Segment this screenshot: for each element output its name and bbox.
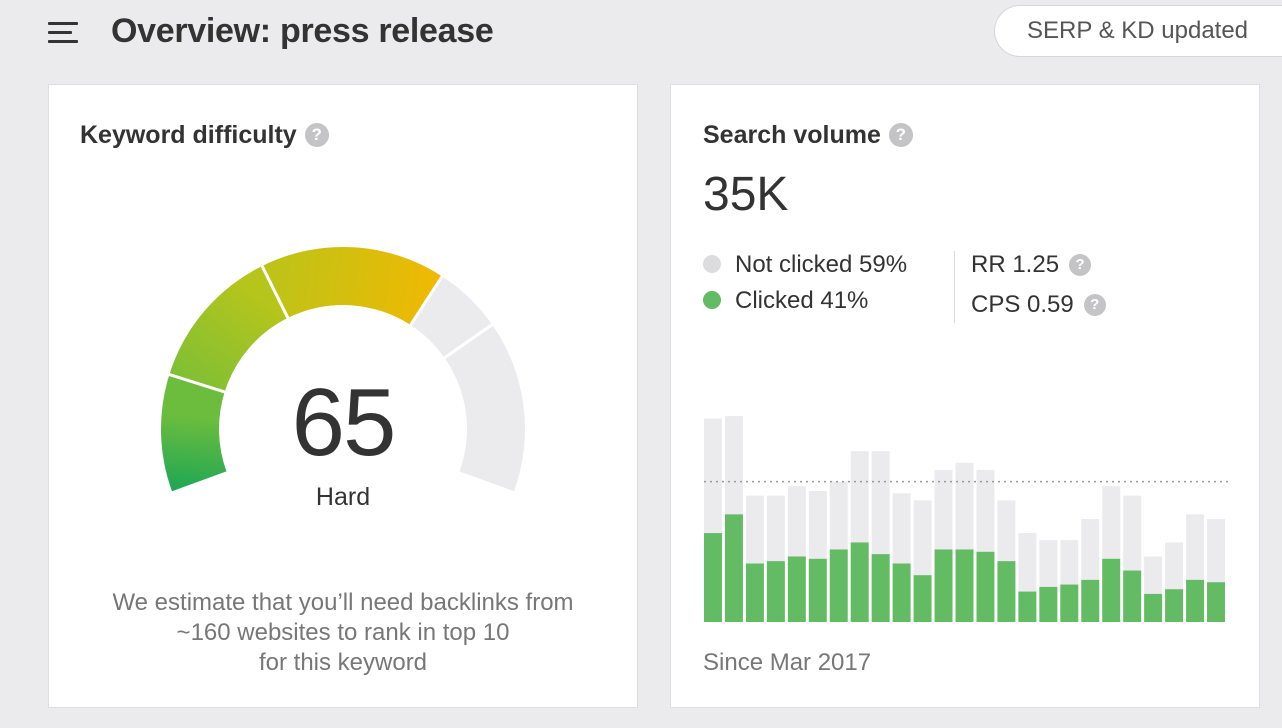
page-title: Overview: press release bbox=[111, 12, 494, 50]
bar-clicked[interactable] bbox=[934, 549, 953, 622]
bar-clicked[interactable] bbox=[913, 575, 932, 622]
bar-clicked[interactable] bbox=[892, 563, 911, 623]
gauge-segment-hard bbox=[262, 247, 443, 326]
bar-clicked[interactable] bbox=[955, 549, 974, 622]
bar-clicked[interactable] bbox=[1060, 584, 1079, 622]
search-volume-chart bbox=[704, 416, 1228, 623]
backlinks-estimate-line: ~160 websites to rank in top 10 bbox=[176, 619, 510, 646]
bar-clicked[interactable] bbox=[1018, 591, 1037, 622]
backlinks-estimate-line: We estimate that you’ll need backlinks f… bbox=[112, 589, 574, 616]
bar-clicked[interactable] bbox=[850, 542, 869, 622]
backlinks-estimate: We estimate that you’ll need backlinks f… bbox=[49, 588, 637, 678]
search-volume-card: Search volume? 35K Not clicked 59% Click… bbox=[670, 84, 1260, 708]
bar-clicked[interactable] bbox=[1039, 586, 1058, 622]
bar-clicked[interactable] bbox=[829, 549, 848, 622]
bar-clicked[interactable] bbox=[1144, 593, 1163, 622]
bar-clicked[interactable] bbox=[1123, 570, 1142, 622]
bar-clicked[interactable] bbox=[1186, 579, 1205, 622]
bar-clicked[interactable] bbox=[1207, 582, 1225, 622]
bar-clicked[interactable] bbox=[997, 561, 1016, 622]
bar-clicked[interactable] bbox=[745, 563, 764, 623]
keyword-difficulty-card: Keyword difficulty? 65 Hard We estimate … bbox=[48, 84, 638, 708]
bar-clicked[interactable] bbox=[1165, 589, 1184, 622]
bar-clicked[interactable] bbox=[766, 561, 785, 622]
bar-clicked[interactable] bbox=[871, 554, 890, 622]
difficulty-level-label: Hard bbox=[315, 483, 371, 511]
bar-clicked[interactable] bbox=[787, 556, 806, 622]
bar-clicked[interactable] bbox=[724, 514, 743, 622]
update-status-badge[interactable]: SERP & KD updated bbox=[994, 5, 1282, 57]
difficulty-score: 65 bbox=[291, 369, 397, 476]
backlinks-estimate-line: for this keyword bbox=[258, 649, 428, 676]
bar-clicked[interactable] bbox=[704, 533, 722, 622]
menu-icon[interactable] bbox=[48, 22, 78, 44]
bar-clicked[interactable] bbox=[976, 551, 995, 622]
bar-clicked[interactable] bbox=[1102, 558, 1121, 622]
bar-clicked[interactable] bbox=[1081, 579, 1100, 622]
bar-clicked[interactable] bbox=[808, 558, 827, 622]
since-label: Since Mar 2017 bbox=[703, 649, 872, 676]
